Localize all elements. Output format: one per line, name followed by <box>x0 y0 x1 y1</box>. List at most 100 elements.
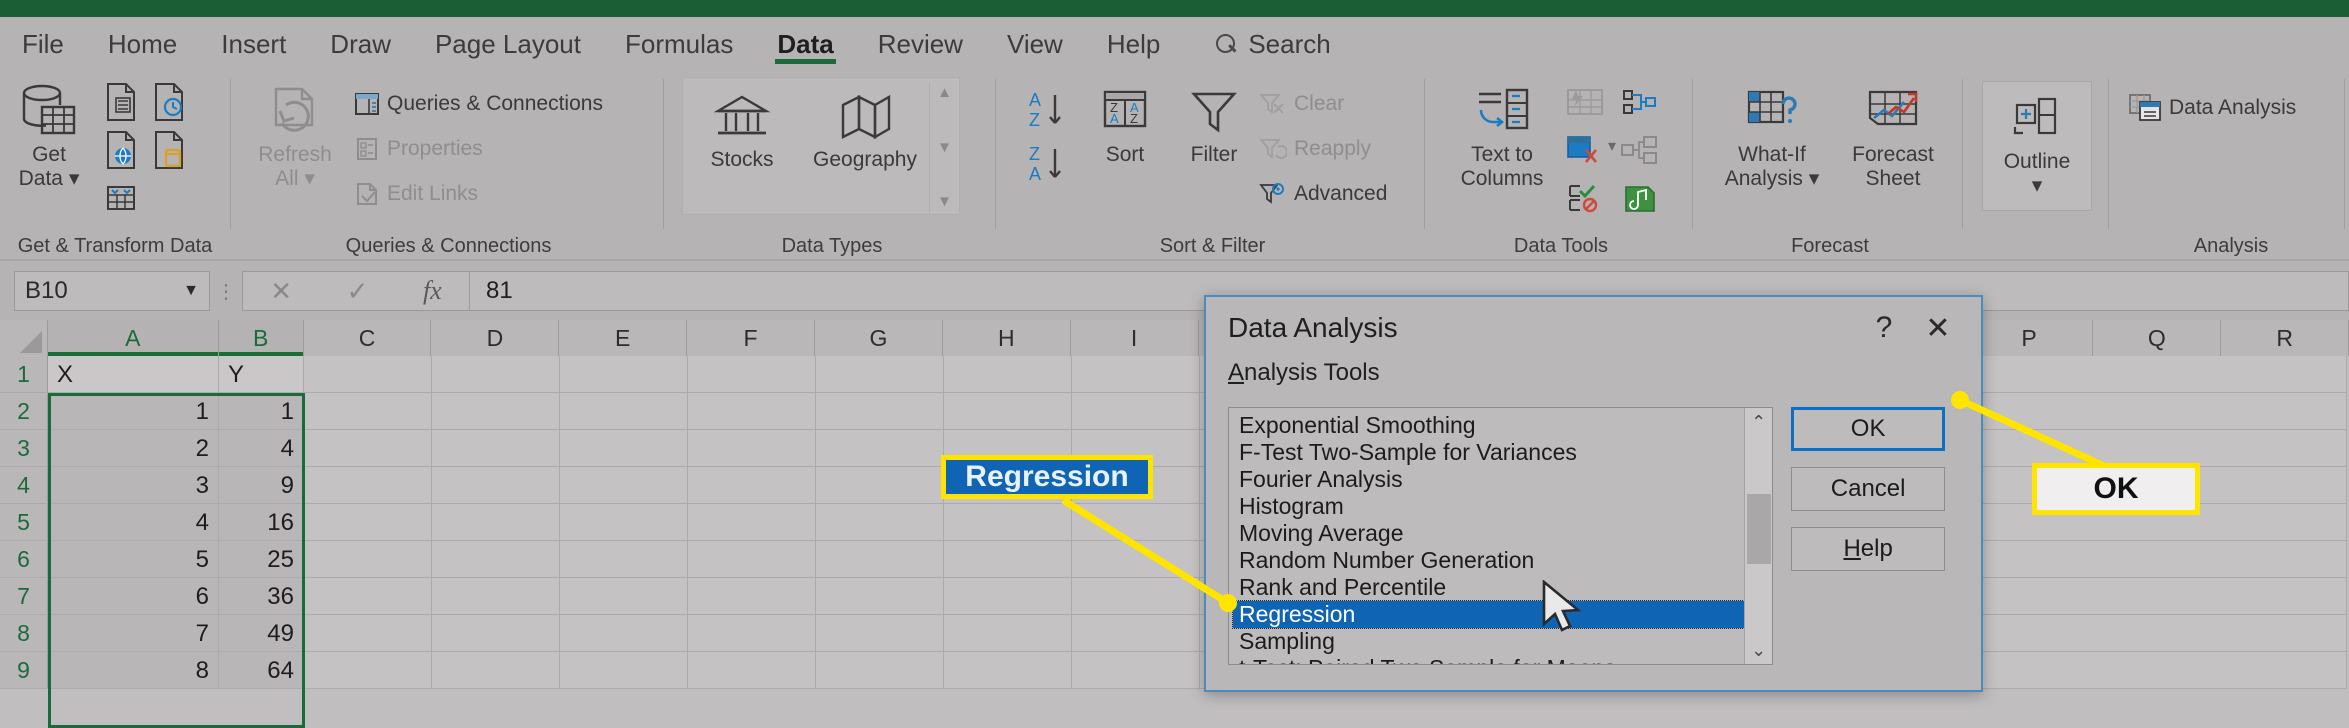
ok-button[interactable]: OK <box>1791 407 1946 451</box>
cell-g5[interactable] <box>816 504 944 541</box>
select-all-corner[interactable] <box>0 320 48 356</box>
tab-file[interactable]: File <box>0 17 86 71</box>
cell-i1[interactable] <box>1072 356 1200 393</box>
row-header-9[interactable]: 9 <box>0 652 48 689</box>
outline-button[interactable]: Outline ▾ <box>1982 81 2092 211</box>
cell-i6[interactable] <box>1072 541 1200 578</box>
cell-g2[interactable] <box>816 393 944 430</box>
cell-c9[interactable] <box>304 652 432 689</box>
clear-filter-button[interactable]: Clear <box>1259 81 1387 126</box>
tab-review[interactable]: Review <box>856 17 985 71</box>
cell-g6[interactable] <box>816 541 944 578</box>
from-table-range-button[interactable] <box>98 175 144 221</box>
list-item[interactable]: Sampling <box>1233 628 1744 655</box>
column-header-c[interactable]: C <box>303 320 432 356</box>
cell-e6[interactable] <box>560 541 688 578</box>
column-header-h[interactable]: H <box>942 320 1071 356</box>
tab-data[interactable]: Data <box>755 17 855 71</box>
tab-view[interactable]: View <box>985 17 1085 71</box>
cell-f3[interactable] <box>688 430 816 467</box>
cell-e2[interactable] <box>560 393 688 430</box>
cell-f7[interactable] <box>688 578 816 615</box>
cancel-button[interactable]: Cancel <box>1791 467 1946 511</box>
tab-draw[interactable]: Draw <box>308 17 413 71</box>
cell-f9[interactable] <box>688 652 816 689</box>
column-header-f[interactable]: F <box>687 320 815 356</box>
recent-sources-button[interactable] <box>146 79 192 125</box>
cell-a8[interactable]: 7 <box>48 615 219 652</box>
geography-button[interactable]: Geography <box>801 82 929 214</box>
cell-c4[interactable] <box>304 467 432 504</box>
cell-d4[interactable] <box>432 467 560 504</box>
cell-f1[interactable] <box>688 356 816 393</box>
cell-c1[interactable] <box>304 356 432 393</box>
scrollbar-track[interactable] <box>1745 436 1772 636</box>
cell-c5[interactable] <box>304 504 432 541</box>
data-types-scroll-down[interactable]: ▼ <box>930 139 959 156</box>
edit-links-button[interactable]: Edit Links <box>354 171 603 216</box>
cell-c2[interactable] <box>304 393 432 430</box>
scroll-down-icon[interactable]: ⌄ <box>1744 636 1773 664</box>
sort-ascending-button[interactable]: AZ <box>1011 83 1081 137</box>
column-header-e[interactable]: E <box>559 320 688 356</box>
row-header-8[interactable]: 8 <box>0 615 48 652</box>
cell-b3[interactable]: 4 <box>219 430 304 467</box>
cell-a7[interactable]: 6 <box>48 578 219 615</box>
tab-insert[interactable]: Insert <box>199 17 308 71</box>
cell-d5[interactable] <box>432 504 560 541</box>
advanced-filter-button[interactable]: Advanced <box>1259 171 1387 216</box>
tab-page-layout[interactable]: Page Layout <box>413 17 603 71</box>
cell-e4[interactable] <box>560 467 688 504</box>
cell-c3[interactable] <box>304 430 432 467</box>
column-header-d[interactable]: D <box>431 320 560 356</box>
cell-g1[interactable] <box>816 356 944 393</box>
name-box[interactable]: B10 ▼ <box>14 271 210 311</box>
cell-h7[interactable] <box>944 578 1072 615</box>
list-item[interactable]: F-Test Two-Sample for Variances <box>1233 439 1744 466</box>
cell-g7[interactable] <box>816 578 944 615</box>
cell-d8[interactable] <box>432 615 560 652</box>
refresh-all-button[interactable]: Refresh All ▾ <box>236 77 354 190</box>
list-item[interactable]: t-Test: Paired Two Sample for Means <box>1233 655 1744 664</box>
cell-d6[interactable] <box>432 541 560 578</box>
consolidate-button[interactable] <box>1616 79 1662 125</box>
data-types-more[interactable]: ▼ <box>930 193 959 210</box>
existing-connections-button[interactable] <box>146 127 192 173</box>
cell-d3[interactable] <box>432 430 560 467</box>
column-header-g[interactable]: G <box>814 320 943 356</box>
row-header-3[interactable]: 3 <box>0 430 48 467</box>
list-item[interactable]: Fourier Analysis <box>1233 466 1744 493</box>
cell-a4[interactable]: 3 <box>48 467 219 504</box>
from-text-csv-button[interactable] <box>98 79 144 125</box>
cell-f8[interactable] <box>688 615 816 652</box>
data-tools-more-caret[interactable]: ▾ <box>1608 77 1616 215</box>
column-header-q[interactable]: Q <box>2093 320 2222 356</box>
forecast-sheet-button[interactable]: Forecast Sheet <box>1834 77 1952 190</box>
cell-a1[interactable]: X <box>48 356 219 393</box>
row-header-7[interactable]: 7 <box>0 578 48 615</box>
cell-i8[interactable] <box>1072 615 1200 652</box>
cell-b9[interactable]: 64 <box>219 652 304 689</box>
row-header-4[interactable]: 4 <box>0 467 48 504</box>
cell-d7[interactable] <box>432 578 560 615</box>
flash-fill-button[interactable] <box>1562 79 1608 125</box>
cell-f4[interactable] <box>688 467 816 504</box>
cell-h8[interactable] <box>944 615 1072 652</box>
cell-h9[interactable] <box>944 652 1072 689</box>
cell-e3[interactable] <box>560 430 688 467</box>
tab-help[interactable]: Help <box>1085 17 1182 71</box>
formula-bar-drag-handle[interactable]: ⋮ <box>210 279 242 304</box>
tab-home[interactable]: Home <box>86 17 199 71</box>
list-item[interactable]: Histogram <box>1233 493 1744 520</box>
row-header-1[interactable]: 1 <box>0 356 48 393</box>
cell-i7[interactable] <box>1072 578 1200 615</box>
cell-c7[interactable] <box>304 578 432 615</box>
cell-g9[interactable] <box>816 652 944 689</box>
cell-a9[interactable]: 8 <box>48 652 219 689</box>
cell-i5[interactable] <box>1072 504 1200 541</box>
row-header-2[interactable]: 2 <box>0 393 48 430</box>
list-item[interactable]: Random Number Generation <box>1233 547 1744 574</box>
column-header-r[interactable]: R <box>2221 320 2349 356</box>
column-header-a[interactable]: A <box>47 320 219 356</box>
cell-e7[interactable] <box>560 578 688 615</box>
